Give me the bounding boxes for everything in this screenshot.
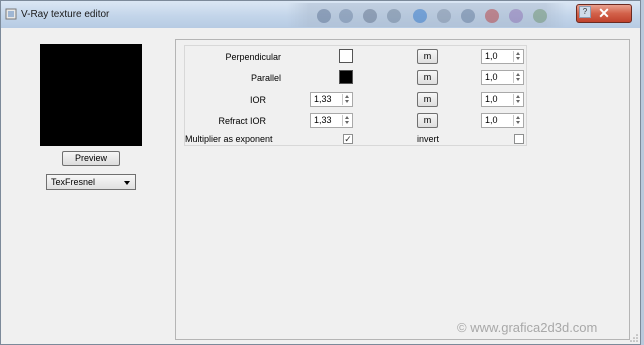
vray-app-icon	[5, 8, 17, 20]
ior-amount-value: 1,0	[485, 94, 498, 104]
parallel-amount-spinner[interactable]: 1,0	[481, 70, 524, 85]
spin-up-icon[interactable]	[345, 95, 349, 98]
ior-amount-spinner[interactable]: 1,0	[481, 92, 524, 107]
texture-preview	[40, 44, 142, 146]
spin-up-icon[interactable]	[516, 95, 520, 98]
refract-ior-spinner[interactable]: 1,33	[310, 113, 353, 128]
spin-down-icon[interactable]	[345, 121, 349, 124]
watermark: © www.grafica2d3d.com	[457, 320, 598, 335]
parallel-map-button[interactable]: m	[417, 70, 438, 85]
refract-ior-amount-value: 1,0	[485, 115, 498, 125]
spinner-arrows[interactable]	[513, 51, 522, 62]
toolbar-icon	[461, 9, 475, 23]
parallel-amount-value: 1,0	[485, 72, 498, 82]
texture-type-dropdown[interactable]: TexFresnel	[46, 174, 136, 190]
perpendicular-amount-value: 1,0	[485, 51, 498, 61]
refract-ior-value: 1,33	[314, 115, 332, 125]
refract-ior-label: Refract IOR	[218, 116, 266, 126]
spinner-arrows[interactable]	[342, 115, 351, 126]
refract-ior-map-button[interactable]: m	[417, 113, 438, 128]
spin-down-icon[interactable]	[516, 78, 520, 81]
spin-up-icon[interactable]	[516, 52, 520, 55]
refract-ior-amount-spinner[interactable]: 1,0	[481, 113, 524, 128]
multiplier-as-exponent-checkbox[interactable]: ✓	[343, 134, 353, 144]
toolbar-icon	[533, 9, 547, 23]
spinner-arrows[interactable]	[513, 115, 522, 126]
spinner-arrows[interactable]	[513, 94, 522, 105]
help-button[interactable]: ?	[579, 6, 591, 18]
multiplier-as-exponent-label: Multiplier as exponent	[185, 134, 273, 144]
perpendicular-amount-spinner[interactable]: 1,0	[481, 49, 524, 64]
spin-down-icon[interactable]	[516, 121, 520, 124]
toolbar-icon	[413, 9, 427, 23]
parallel-color-swatch[interactable]	[339, 70, 353, 84]
toolbar-icon	[363, 9, 377, 23]
toolbar-icon	[485, 9, 499, 23]
spin-up-icon[interactable]	[345, 116, 349, 119]
toolbar-icon	[509, 9, 523, 23]
texture-type-value: TexFresnel	[51, 177, 96, 187]
spin-down-icon[interactable]	[345, 100, 349, 103]
invert-checkbox[interactable]	[514, 134, 524, 144]
chevron-down-icon	[124, 181, 130, 185]
spin-down-icon[interactable]	[516, 57, 520, 60]
checkmark-icon: ✓	[344, 134, 352, 144]
toolbar-icon	[437, 9, 451, 23]
window-title: V-Ray texture editor	[21, 9, 110, 20]
spinner-arrows[interactable]	[342, 94, 351, 105]
spin-down-icon[interactable]	[516, 100, 520, 103]
spin-up-icon[interactable]	[516, 116, 520, 119]
spin-up-icon[interactable]	[516, 73, 520, 76]
ior-map-button[interactable]: m	[417, 92, 438, 107]
background-toolbar-strip	[287, 3, 567, 27]
preview-button[interactable]: Preview	[62, 151, 120, 166]
help-icon: ?	[582, 7, 588, 16]
ior-spinner[interactable]: 1,33	[310, 92, 353, 107]
invert-label: invert	[417, 134, 440, 144]
resize-grip-icon[interactable]	[629, 333, 639, 343]
ior-value: 1,33	[314, 94, 332, 104]
close-icon: ✕	[598, 5, 610, 21]
toolbar-icon	[317, 9, 331, 23]
toolbar-icon	[387, 9, 401, 23]
title-bar[interactable]: V-Ray texture editor ✕ ?	[1, 1, 640, 28]
perpendicular-map-button[interactable]: m	[417, 49, 438, 64]
perpendicular-label: Perpendicular	[225, 52, 281, 62]
toolbar-icon	[339, 9, 353, 23]
vray-texture-editor-window: V-Ray texture editor ✕ ? Preview TexFres…	[0, 0, 641, 345]
ior-label: IOR	[249, 95, 266, 105]
parallel-label: Parallel	[250, 73, 281, 83]
perpendicular-color-swatch[interactable]	[339, 49, 353, 63]
spinner-arrows[interactable]	[513, 72, 522, 83]
